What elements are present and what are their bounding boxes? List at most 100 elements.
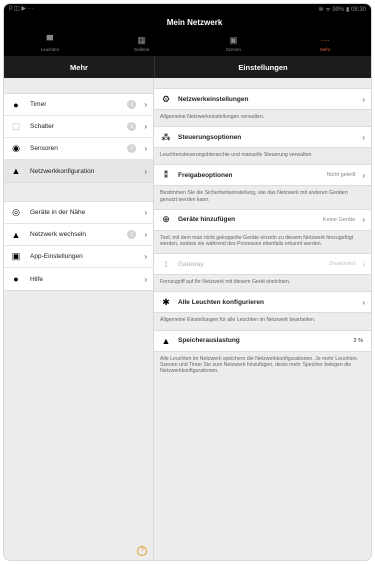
sensor-icon: ◉ bbox=[12, 143, 20, 153]
chevron-right-icon: › bbox=[144, 274, 147, 284]
menu-item-label: Timer bbox=[30, 101, 47, 108]
tab-bar: ▀ Leuchten ▦ Gallerie ▣ Szenen ··· Mehr bbox=[4, 31, 371, 56]
gallery-icon: ▦ bbox=[137, 34, 146, 45]
panel-headers: Mehr Einstellungen bbox=[4, 56, 371, 78]
settings-item-geraete-hinzufuegen[interactable]: ⊕ Geräte hinzufügen Keine Geräte › bbox=[154, 208, 371, 231]
chevron-right-icon: › bbox=[144, 144, 147, 153]
settings-item-steuerungsoptionen[interactable]: ⁂ Steuerungsoptionen › bbox=[154, 126, 371, 149]
menu-item-sensoren[interactable]: ◉ Sensoren 0 › bbox=[4, 138, 153, 160]
settings-item-value: Deaktiviert bbox=[329, 261, 356, 268]
count-badge: 0 bbox=[127, 100, 137, 109]
settings-item-description: Fernzugriff auf Ihr Netzwerk mit diesem … bbox=[160, 279, 291, 286]
settings-item-description: Bestimmen Sie die Sicherheitseinstellung… bbox=[160, 190, 348, 203]
menu-item-hilfe[interactable]: ● Hilfe › bbox=[4, 268, 153, 290]
network-icon: ▲ bbox=[11, 166, 21, 176]
chevron-right-icon: › bbox=[144, 230, 147, 239]
info-icon[interactable]: ? bbox=[137, 546, 147, 556]
window-title: Mein Netzwerk bbox=[4, 13, 371, 31]
hierarchy-icon: ⁂ bbox=[161, 131, 171, 142]
menu-group-2: ◎ Geräte in der Nähe › ▲ Netzwerk wechse… bbox=[4, 201, 153, 291]
app-settings-icon: ▣ bbox=[11, 251, 21, 261]
chevron-right-icon: › bbox=[144, 100, 147, 109]
chevron-right-icon: › bbox=[144, 122, 147, 131]
help-icon: ● bbox=[13, 274, 19, 284]
scenes-icon: ▣ bbox=[229, 34, 238, 45]
menu-item-schalter[interactable]: ▢ Schalter 0 › bbox=[4, 116, 153, 138]
tab-leuchten[interactable]: ▀ Leuchten bbox=[4, 31, 96, 56]
device-frame: 0 ◫ ▶ ··· ✻ ᯤ 99% ▮ 08:30 Mein Netzwerk … bbox=[4, 4, 371, 560]
chevron-right-icon: › bbox=[362, 259, 365, 269]
settings-item-label: Alle Leuchten konfigurieren bbox=[178, 298, 264, 306]
left-panel-title: Mehr bbox=[70, 62, 88, 72]
settings-item-alle-leuchten-konfigurieren[interactable]: ✱ Alle Leuchten konfigurieren › bbox=[154, 291, 371, 314]
menu-item-label: App-Einstellungen bbox=[30, 253, 83, 260]
settings-item-speicherauslastung: ▲ Speicherauslastung 2 % bbox=[154, 329, 371, 352]
settings-item-description: Allgemeine Netzwerkeinstellungen verwalt… bbox=[160, 114, 265, 120]
clock-icon: ● bbox=[13, 99, 19, 110]
settings-item-description: Leuchtensteuerungshierarchie und manuell… bbox=[160, 152, 313, 159]
settings-item-label: Freigabeoptionen bbox=[178, 171, 233, 179]
right-panel-title: Einstellungen bbox=[154, 56, 371, 78]
content: ● Timer 0 › ▢ Schalter 0 › ◉ Sensoren 0 … bbox=[4, 78, 371, 560]
more-icon: ··· bbox=[320, 34, 330, 45]
menu-item-label: Netzwerkkonfiguration bbox=[30, 167, 95, 175]
tab-label: Gallerie bbox=[133, 46, 150, 52]
nearby-icon: ◎ bbox=[12, 207, 20, 217]
chevron-right-icon: › bbox=[362, 132, 365, 142]
menu-item-netzwerk-wechseln[interactable]: ▲ Netzwerk wechseln 0 › bbox=[4, 224, 153, 246]
menu-item-app-einstellungen[interactable]: ▣ App-Einstellungen › bbox=[4, 246, 153, 268]
status-bar: 0 ◫ ▶ ··· ✻ ᯤ 99% ▮ 08:30 bbox=[4, 4, 371, 13]
settings-item-netzwerkeinstellungen[interactable]: ⚙ Netzwerkeinstellungen › bbox=[154, 88, 371, 110]
status-right: ✻ ᯤ 99% ▮ 08:30 bbox=[318, 6, 367, 13]
count-badge: 0 bbox=[127, 230, 137, 239]
add-device-icon: ⊕ bbox=[162, 214, 170, 225]
chevron-right-icon: › bbox=[362, 170, 365, 180]
tab-label: Leuchten bbox=[40, 46, 60, 52]
status-left: 0 ◫ ▶ ··· bbox=[9, 6, 34, 12]
chevron-right-icon: › bbox=[362, 297, 365, 307]
memory-icon: ▲ bbox=[161, 335, 171, 346]
settings-item-description: Allgemeine Einstellungen für alle Leucht… bbox=[160, 317, 316, 324]
settings-item-value: 2 % bbox=[353, 337, 363, 344]
menu-item-label: Netzwerk wechseln bbox=[30, 231, 86, 238]
menu-item-label: Hilfe bbox=[30, 275, 44, 283]
settings-item-label: Netzwerkeinstellungen bbox=[178, 95, 249, 103]
lamp-icon: ▀ bbox=[46, 34, 54, 45]
settings-item-description: Alle Leuchten im Netzwerk speichern die … bbox=[160, 355, 359, 375]
gateway-icon: ⟟ bbox=[164, 258, 168, 269]
menu-item-label: Geräte in der Nähe bbox=[30, 209, 86, 216]
settings-item-gateway[interactable]: ⟟ Gateway Deaktiviert › bbox=[154, 253, 371, 276]
menu-group-1: ● Timer 0 › ▢ Schalter 0 › ◉ Sensoren 0 … bbox=[4, 93, 153, 183]
chevron-right-icon: › bbox=[144, 252, 147, 261]
menu-item-netzwerkkonfiguration[interactable]: ▲ Netzwerkkonfiguration › bbox=[4, 160, 153, 182]
network-switch-icon: ▲ bbox=[11, 229, 21, 240]
menu-item-geraete-in-der-naehe[interactable]: ◎ Geräte in der Nähe › bbox=[4, 202, 153, 224]
chevron-right-icon: › bbox=[144, 208, 147, 217]
settings-item-description: Tool, mit dem man nicht gekoppelte Gerät… bbox=[160, 234, 354, 248]
switch-icon: ▢ bbox=[11, 121, 21, 131]
tab-label: Szenen bbox=[225, 46, 241, 52]
left-panel: ● Timer 0 › ▢ Schalter 0 › ◉ Sensoren 0 … bbox=[4, 78, 154, 560]
chevron-right-icon: › bbox=[362, 94, 365, 104]
settings-item-label: Gateway bbox=[178, 260, 204, 268]
tab-szenen[interactable]: ▣ Szenen bbox=[188, 31, 280, 56]
chevron-right-icon: › bbox=[144, 166, 147, 176]
count-badge: 0 bbox=[127, 122, 137, 131]
tab-label: Mehr bbox=[319, 46, 331, 52]
right-panel: ⚙ Netzwerkeinstellungen › Allgemeine Net… bbox=[154, 78, 371, 560]
tab-mehr[interactable]: ··· Mehr bbox=[279, 31, 371, 56]
configure-all-icon: ✱ bbox=[162, 296, 170, 307]
chevron-right-icon: › bbox=[362, 215, 365, 225]
gears-icon: ⚙ bbox=[161, 93, 171, 104]
settings-item-label: Speicherauslastung bbox=[178, 337, 240, 345]
tab-gallerie[interactable]: ▦ Gallerie bbox=[96, 31, 188, 56]
menu-item-label: Schalter bbox=[30, 123, 54, 130]
menu-item-timer[interactable]: ● Timer 0 › bbox=[4, 94, 153, 116]
settings-item-freigabeoptionen[interactable]: ⁑ Freigabeoptionen Nicht geteilt › bbox=[154, 164, 371, 187]
share-icon: ⁑ bbox=[163, 169, 169, 180]
count-badge: 0 bbox=[127, 144, 137, 153]
settings-item-label: Steuerungsoptionen bbox=[178, 133, 242, 141]
menu-item-label: Sensoren bbox=[30, 145, 58, 152]
settings-item-label: Geräte hinzufügen bbox=[178, 216, 236, 224]
settings-item-value: Keine Geräte bbox=[322, 216, 356, 223]
